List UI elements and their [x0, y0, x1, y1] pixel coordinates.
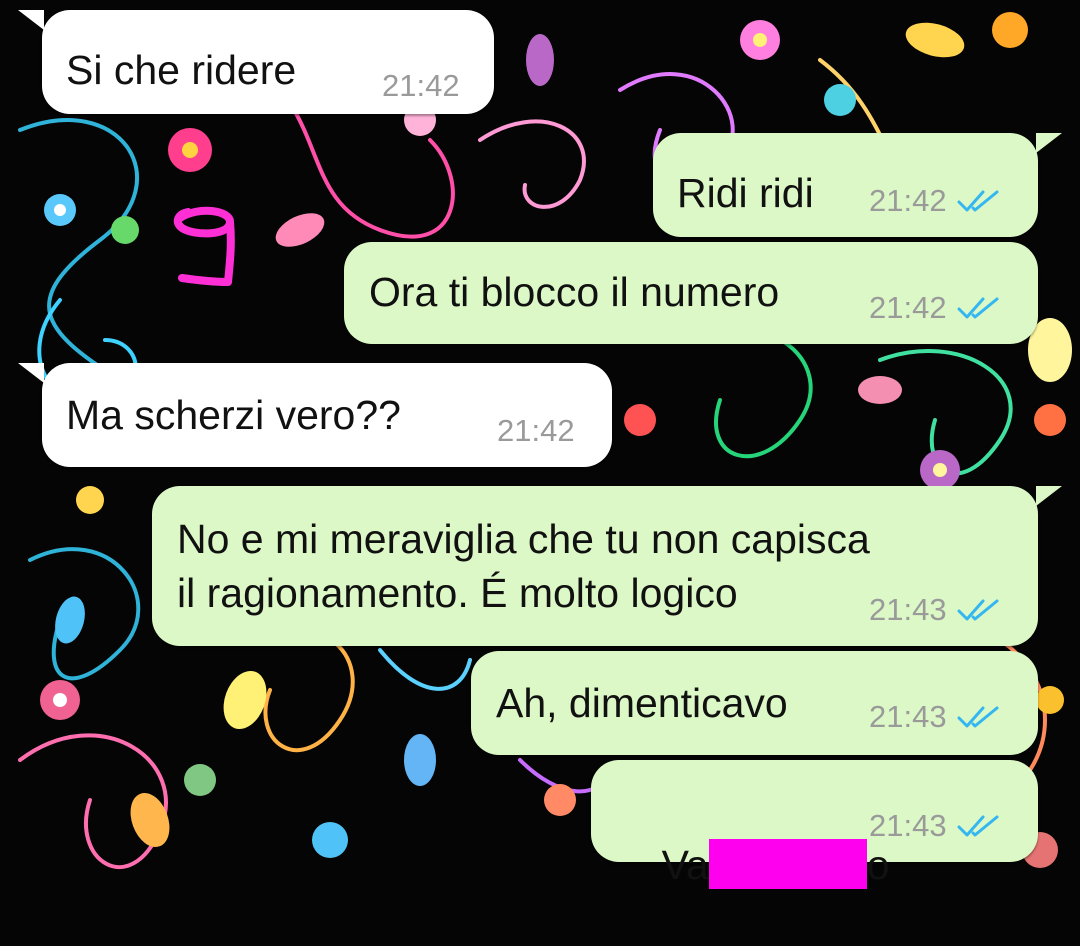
- message-text: Ma scherzi vero??: [66, 392, 401, 438]
- message-text: Ridi ridi: [677, 170, 814, 216]
- double-check-read-icon: [957, 705, 1001, 729]
- message-meta: 21:43: [869, 699, 1001, 735]
- message-time: 21:42: [869, 290, 947, 325]
- message-meta: 21:42: [382, 68, 460, 104]
- message-bubble-incoming[interactable]: Ma scherzi vero?? 21:42: [18, 363, 612, 467]
- message-meta: 21:42: [497, 413, 575, 449]
- message-text: Ah, dimenticavo: [496, 680, 788, 726]
- bubble-tail: [18, 363, 44, 383]
- message-bubble-outgoing[interactable]: No e mi meraviglia che tu non capisca il…: [152, 486, 1062, 646]
- message-meta: 21:42: [869, 290, 1001, 326]
- message-meta: 21:43: [869, 592, 1001, 628]
- double-check-read-icon: [957, 598, 1001, 622]
- double-check-read-icon: [957, 296, 1001, 320]
- message-time: 21:43: [869, 699, 947, 734]
- double-check-read-icon: [957, 189, 1001, 213]
- double-check-read-icon: [957, 814, 1001, 838]
- message-time: 21:42: [497, 413, 575, 448]
- message-bubble-outgoing[interactable]: Va o 21:43: [591, 760, 1038, 889]
- message-time: 21:43: [869, 592, 947, 627]
- message-text: Ora ti blocco il numero: [369, 269, 780, 315]
- message-time: 21:42: [869, 183, 947, 218]
- message-text-suffix: o: [866, 842, 890, 888]
- message-meta: 21:42: [869, 183, 1001, 219]
- message-text: Va o: [616, 784, 890, 946]
- message-meta: 21:43: [869, 808, 1001, 844]
- message-text: Si che ridere: [66, 47, 297, 93]
- message-bubble-incoming[interactable]: Si che ridere 21:42: [18, 10, 494, 114]
- message-bubble-outgoing[interactable]: Ah, dimenticavo 21:43: [471, 651, 1038, 755]
- bubble-tail: [18, 10, 44, 30]
- handwritten-9-annotation: [173, 206, 235, 286]
- message-text-line: il ragionamento. É molto logico: [177, 570, 738, 616]
- message-text-prefix: Va: [661, 842, 709, 888]
- censor-bar: [708, 839, 867, 889]
- message-time: 21:42: [382, 68, 460, 103]
- message-text-line: No e mi meraviglia che tu non capisca: [177, 516, 870, 562]
- bubble-tail: [1036, 486, 1062, 506]
- message-bubble-outgoing[interactable]: Ora ti blocco il numero 21:42: [344, 242, 1038, 344]
- message-bubble-outgoing[interactable]: Ridi ridi 21:42: [653, 133, 1062, 237]
- bubble-tail: [1036, 133, 1062, 153]
- message-time: 21:43: [869, 808, 947, 843]
